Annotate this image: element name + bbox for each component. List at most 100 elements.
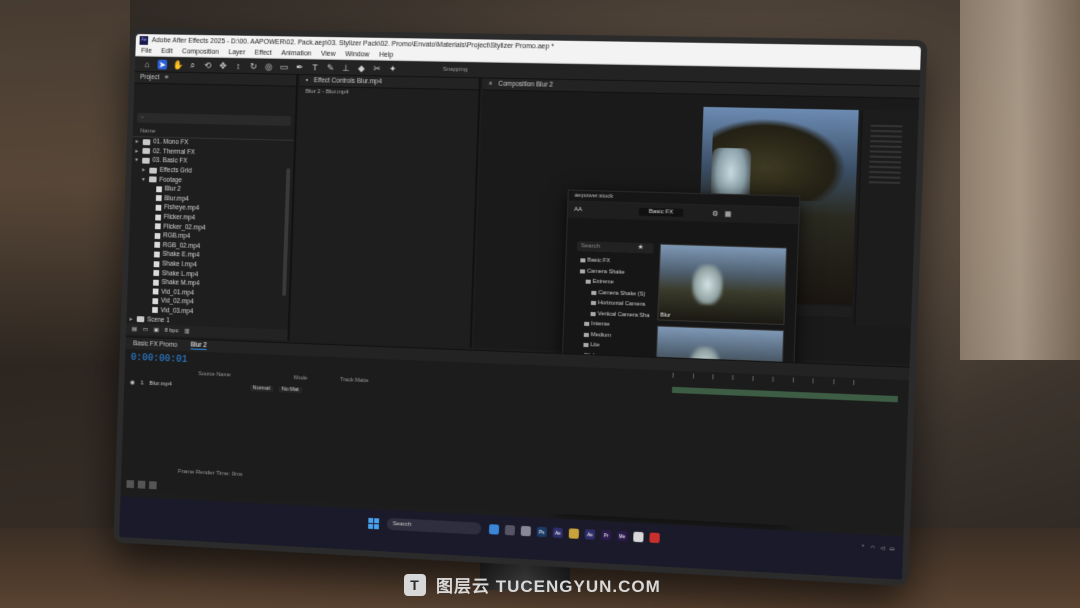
timeline-tab-blur-2[interactable]: Blur 2	[190, 341, 207, 351]
type-tool-icon[interactable]: T	[310, 62, 320, 72]
taskbar-app-icon[interactable]: Ae	[584, 529, 596, 540]
interpret-footage-icon[interactable]: ▤	[132, 326, 138, 333]
folder-icon	[142, 148, 151, 155]
stylizer-pack-selector[interactable]: Basic FX	[638, 207, 684, 217]
chevron-up-icon[interactable]: ⌃	[861, 545, 866, 551]
taskbar-app-icon[interactable]	[633, 531, 644, 543]
grid-icon[interactable]: ▦	[725, 210, 732, 218]
selection-tool-icon[interactable]: ➤	[157, 59, 168, 70]
dolly-tool-icon[interactable]: ↕	[233, 61, 243, 71]
stylizer-aa-button[interactable]: AA	[574, 207, 582, 213]
stylizer-item-label: Medium	[590, 331, 612, 339]
effect-preview-thumbnail[interactable]: Blur	[657, 243, 788, 326]
footage-icon	[152, 298, 159, 305]
footage-icon	[155, 214, 162, 221]
taskbar-app-icon[interactable]: Pr	[600, 529, 612, 541]
favorite-star-icon[interactable]: ★	[637, 243, 644, 251]
roto-tool-icon[interactable]: ✂	[372, 63, 382, 73]
lock-icon[interactable]: ▪	[306, 77, 308, 84]
footage-icon	[153, 251, 160, 258]
menu-animation[interactable]: Animation	[281, 50, 311, 57]
footage-icon	[152, 307, 158, 314]
taskbar-app-icon[interactable]	[649, 532, 660, 544]
taskbar-app-icon[interactable]: Ae	[552, 527, 563, 539]
project-search-input[interactable]: ⌕	[136, 112, 292, 127]
trash-icon[interactable]: ▥	[184, 328, 190, 335]
brush-tool-icon[interactable]: ✎	[325, 62, 335, 72]
menu-window[interactable]: Window	[345, 51, 369, 58]
snapping-toggle[interactable]: Snapping	[443, 66, 468, 72]
footage-icon	[152, 279, 159, 286]
wifi-icon[interactable]: ◠	[870, 545, 875, 551]
effect-controls-tab[interactable]: Effect Controls Blur.mp4	[314, 77, 382, 85]
project-item-label: 03. Basic FX	[152, 157, 188, 166]
shape-tool-icon[interactable]: ▭	[279, 61, 289, 71]
zoom-tool-icon[interactable]: ⌕	[188, 60, 198, 70]
project-item-label: Shake I.mp4	[162, 260, 197, 269]
disclosure-arrow-icon[interactable]: ▾	[134, 157, 140, 164]
project-item-label: 02. Thermal FX	[152, 148, 196, 156]
thumbnail-label: Blur	[660, 312, 671, 319]
menu-effect[interactable]: Effect	[255, 49, 272, 56]
home-icon[interactable]: ⌂	[142, 59, 152, 69]
folder-icon	[590, 301, 597, 306]
new-folder-icon[interactable]: ▭	[143, 326, 149, 333]
after-effects-icon: Ae	[139, 35, 149, 45]
anchor-tool-icon[interactable]: ◎	[264, 61, 274, 71]
rotate-tool-icon[interactable]: ↻	[249, 61, 259, 71]
taskbar-app-icon[interactable]	[520, 525, 532, 537]
new-comp-icon[interactable]: ▣	[154, 326, 160, 333]
folder-icon	[591, 290, 597, 295]
visibility-eye-icon[interactable]: ◉	[130, 379, 135, 386]
taskbar-app-icon[interactable]	[488, 524, 500, 535]
taskbar-search[interactable]: Search	[386, 517, 482, 535]
project-item-label: 01. Mono FX	[153, 138, 189, 147]
project-item-label: RGB.mp4	[163, 232, 191, 241]
close-icon[interactable]: ×	[489, 81, 493, 88]
composition-tab[interactable]: Composition Blur 2	[498, 81, 553, 89]
frame-render-time: Frame Render Time: 0ms	[178, 469, 243, 478]
bpc-toggle[interactable]: 8 bpc	[165, 327, 179, 333]
layer-matte-dropdown[interactable]: No Mat	[278, 385, 302, 393]
clock-icon[interactable]: ▭	[889, 546, 894, 552]
timecode-display[interactable]: 0:00:00:01	[131, 353, 188, 366]
project-item-label: Shake L.mp4	[161, 269, 199, 278]
puppet-tool-icon[interactable]: ✦	[388, 63, 398, 73]
disclosure-arrow-icon[interactable]: ▸	[128, 315, 134, 322]
clone-tool-icon[interactable]: ⊥	[341, 62, 351, 72]
footage-icon	[152, 288, 159, 295]
pen-tool-icon[interactable]: ✒	[295, 62, 305, 72]
toggle-switches-icon[interactable]	[126, 480, 135, 489]
menu-file[interactable]: File	[141, 47, 152, 54]
timeline-tab-basic-fx-promo[interactable]: Basic FX Promo	[133, 340, 177, 349]
volume-icon[interactable]: ◁	[880, 546, 884, 552]
pan-tool-icon[interactable]: ✥	[218, 60, 228, 70]
taskbar-app-icon[interactable]: Ps	[536, 526, 547, 538]
disclosure-arrow-icon[interactable]: ▸	[141, 167, 147, 174]
taskbar-app-icon[interactable]: Me	[616, 530, 628, 542]
column-track-matte[interactable]: Track Matte	[340, 377, 369, 384]
menu-view[interactable]: View	[321, 50, 336, 57]
column-mode[interactable]: Mode	[294, 375, 308, 381]
menu-help[interactable]: Help	[379, 51, 393, 58]
toggle-modes-icon[interactable]	[137, 480, 146, 489]
menu-composition[interactable]: Composition	[182, 48, 219, 55]
taskbar-app-icon[interactable]	[568, 528, 580, 539]
taskbar-app-icon[interactable]	[504, 524, 516, 536]
toggle-graph-icon[interactable]	[148, 481, 157, 490]
panel-menu-icon[interactable]: ≡	[165, 74, 169, 81]
project-panel-title[interactable]: Project	[140, 74, 159, 81]
windows-start-icon[interactable]	[368, 517, 380, 529]
layer-name[interactable]: Blur.mp4	[149, 380, 244, 390]
orbit-tool-icon[interactable]: ⟲	[203, 60, 213, 70]
settings-icon[interactable]: ⚙	[712, 210, 719, 218]
disclosure-arrow-icon[interactable]: ▾	[140, 176, 146, 183]
menu-layer[interactable]: Layer	[228, 49, 245, 56]
hand-tool-icon[interactable]: ✋	[173, 59, 184, 69]
layer-mode-dropdown[interactable]: Normal	[249, 384, 273, 392]
disclosure-arrow-icon[interactable]: ▸	[134, 138, 140, 145]
disclosure-arrow-icon[interactable]: ▸	[134, 148, 140, 155]
column-source-name[interactable]: Source Name	[198, 371, 231, 378]
eraser-tool-icon[interactable]: ◆	[356, 63, 366, 73]
menu-edit[interactable]: Edit	[161, 48, 173, 55]
